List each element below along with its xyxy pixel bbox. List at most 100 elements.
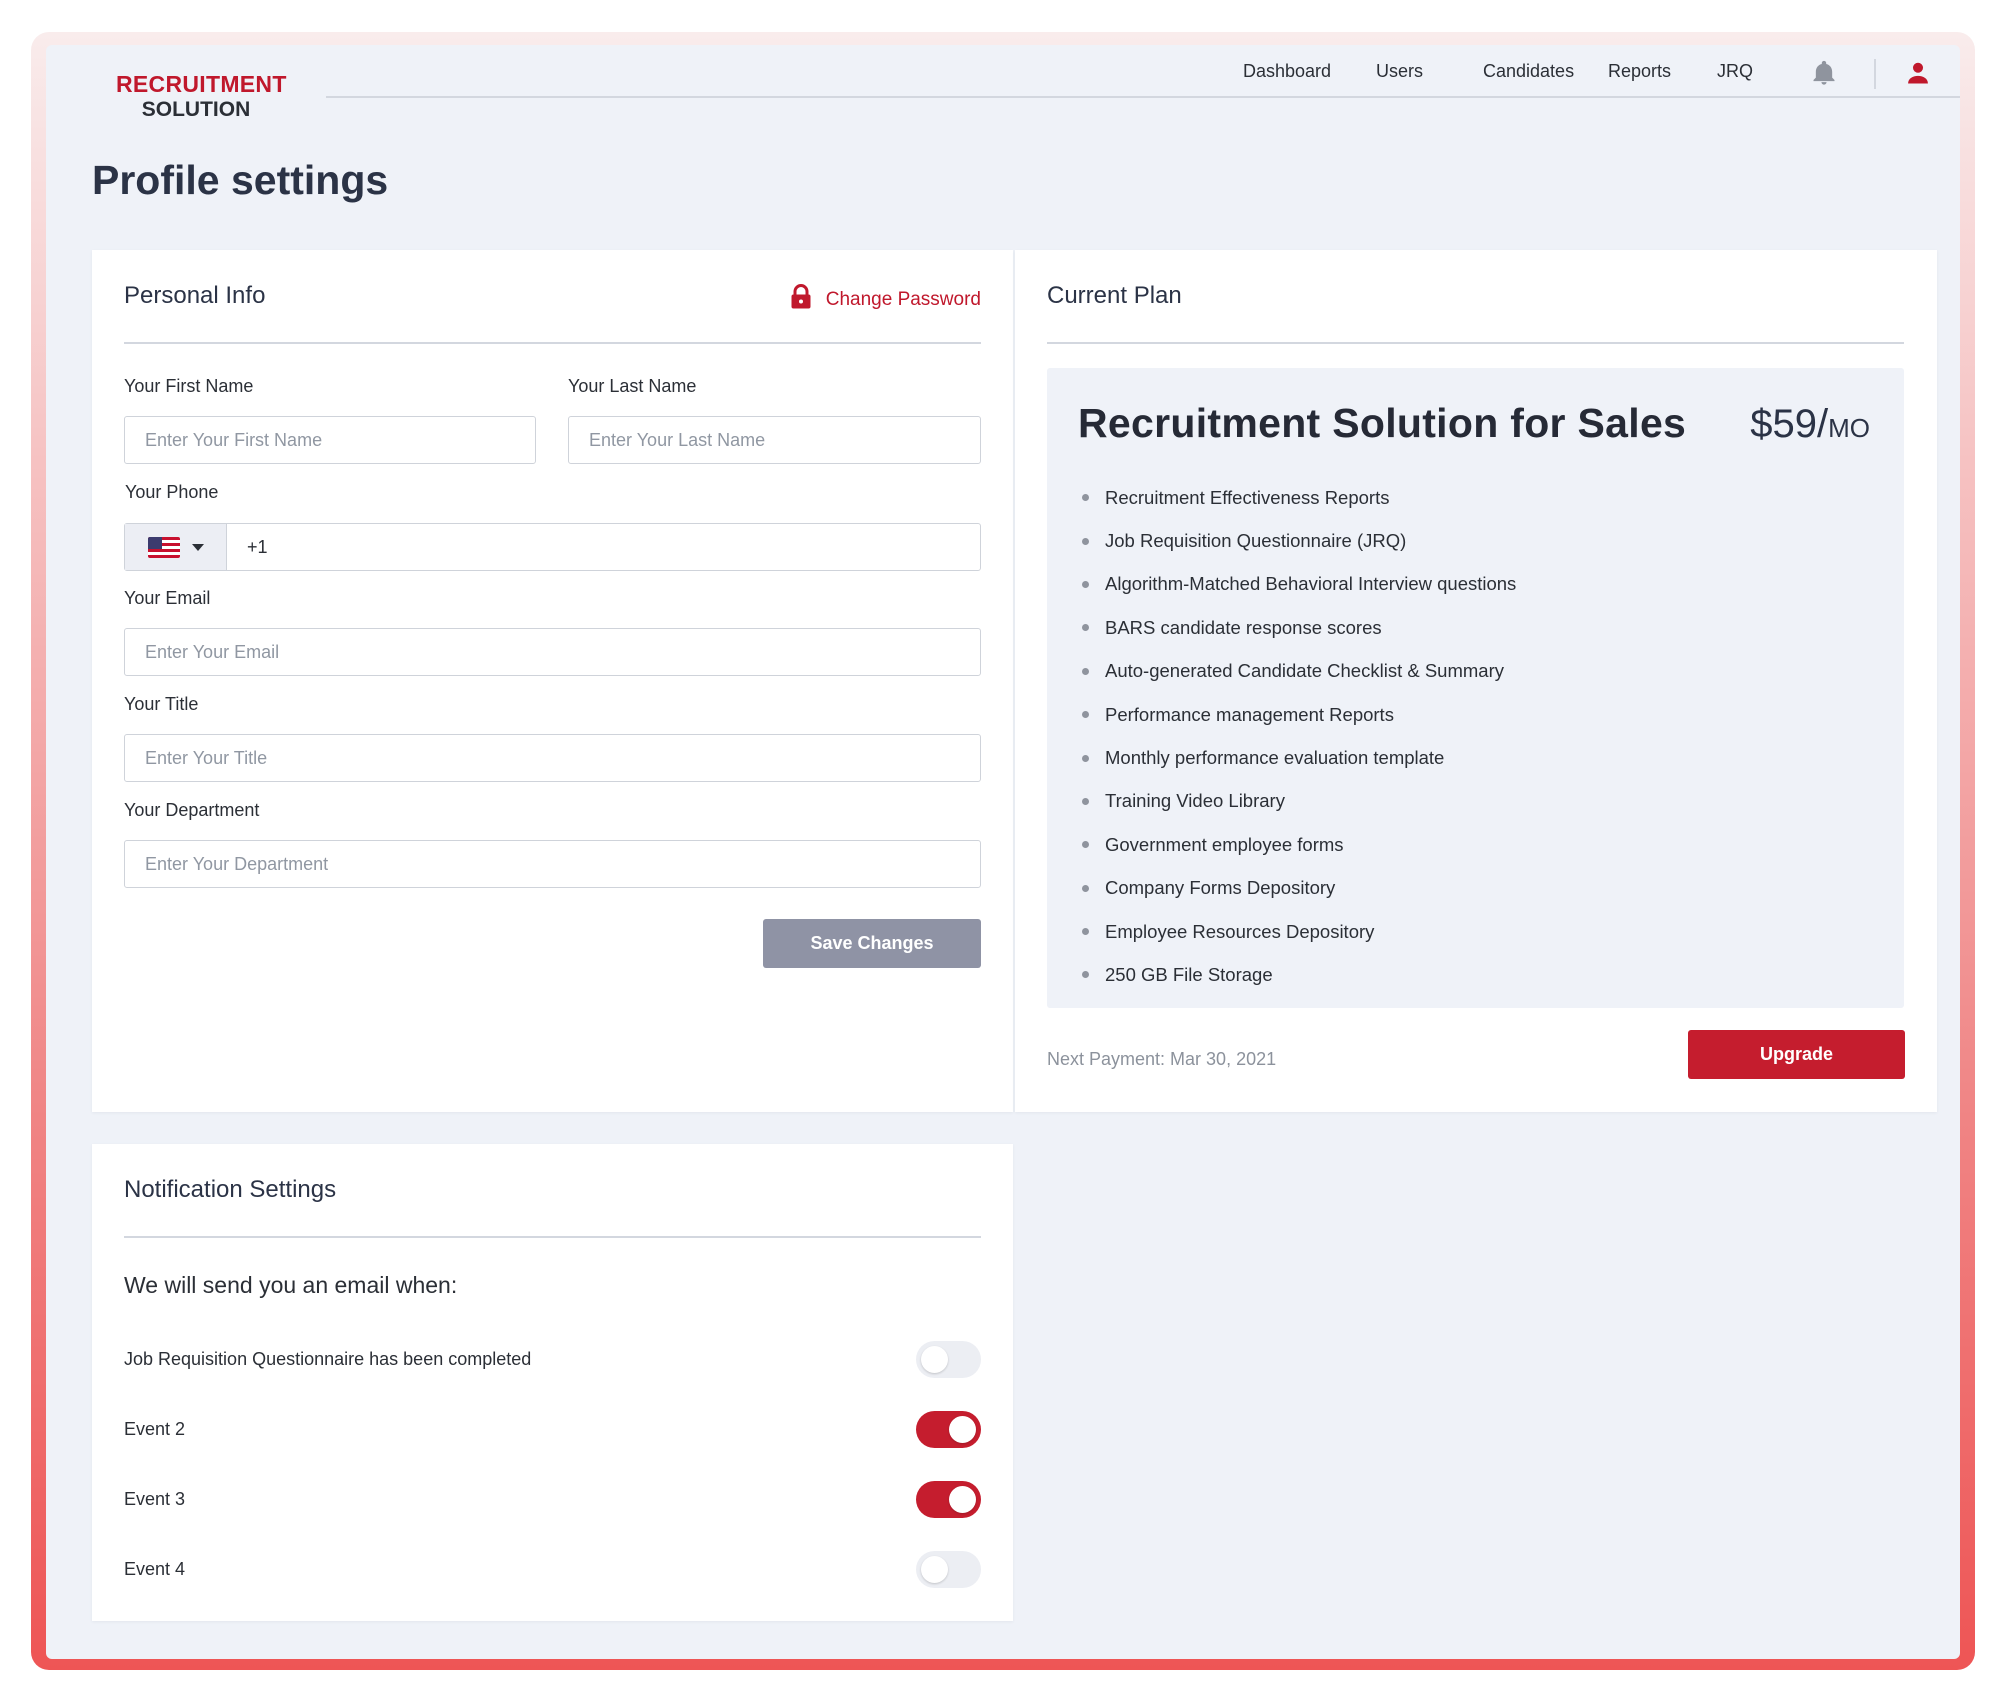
plan-feature-label: Employee Resources Depository xyxy=(1105,920,1375,942)
country-code-dropdown[interactable] xyxy=(125,524,227,570)
notification-label: Event 3 xyxy=(124,1488,186,1509)
notification-label: Event 4 xyxy=(124,1558,186,1579)
bullet-icon xyxy=(1082,537,1089,545)
brand-logo-line2: SOLUTION xyxy=(141,98,251,121)
plan-feature-item: Employee Resources Depository xyxy=(1082,910,1516,953)
plan-feature-label: Government employee forms xyxy=(1105,833,1344,855)
plan-feature-label: Performance management Reports xyxy=(1105,703,1394,725)
bullet-icon xyxy=(1082,624,1089,632)
title-input[interactable] xyxy=(124,734,981,782)
department-label: Your Department xyxy=(124,800,260,820)
notification-label: Job Requisition Questionnaire has been c… xyxy=(124,1348,532,1369)
last-name-input[interactable] xyxy=(568,416,981,464)
plan-price-unit: MO xyxy=(1828,413,1870,443)
current-plan-title: Current Plan xyxy=(1047,282,1182,309)
personal-info-divider xyxy=(124,342,981,344)
phone-country-code: +1 xyxy=(247,536,268,557)
nav-item-reports[interactable]: Reports xyxy=(1608,61,1671,82)
phone-field: +1 xyxy=(124,523,981,571)
plan-feature-item: Training Video Library xyxy=(1082,780,1516,823)
plan-name: Recruitment Solution for Sales xyxy=(1078,400,1687,446)
plan-feature-item: Recruitment Effectiveness Reports xyxy=(1082,476,1516,519)
plan-price: $59/MO xyxy=(1750,402,1870,447)
plan-feature-label: 250 GB File Storage xyxy=(1105,963,1273,985)
last-name-label: Your Last Name xyxy=(568,376,697,396)
bullet-icon xyxy=(1082,494,1089,502)
plan-feature-item: Algorithm-Matched Behavioral Interview q… xyxy=(1082,563,1516,606)
plan-feature-item: 250 GB File Storage xyxy=(1082,953,1516,996)
header-divider xyxy=(326,96,1960,98)
nav-item-jrq[interactable]: JRQ xyxy=(1717,61,1753,82)
chevron-down-icon xyxy=(191,543,204,551)
phone-input[interactable]: +1 xyxy=(227,524,980,570)
first-name-input[interactable] xyxy=(124,416,536,464)
notification-row: Event 4 xyxy=(124,1549,981,1589)
toggle-knob xyxy=(949,1485,976,1513)
plan-feature-item: Performance management Reports xyxy=(1082,693,1516,736)
current-plan-card: Current Plan Recruitment Solution for Sa… xyxy=(1015,250,1937,1112)
toggle-knob xyxy=(949,1415,976,1443)
next-payment-date: Next Payment: Mar 30, 2021 xyxy=(1047,1049,1277,1069)
nav-item-candidates[interactable]: Candidates xyxy=(1483,61,1574,82)
plan-feature-label: Auto-generated Candidate Checklist & Sum… xyxy=(1105,660,1504,682)
plan-feature-item: Government employee forms xyxy=(1082,823,1516,866)
notification-row: Event 2 xyxy=(124,1409,981,1449)
notification-row: Event 3 xyxy=(124,1479,981,1519)
us-flag-icon xyxy=(147,536,180,558)
plan-feature-label: Recruitment Effectiveness Reports xyxy=(1105,486,1390,508)
toggle-knob xyxy=(921,1555,948,1583)
email-label: Your Email xyxy=(124,588,211,608)
nav-item-dashboard[interactable]: Dashboard xyxy=(1243,61,1331,82)
notification-settings-title: Notification Settings xyxy=(124,1176,337,1203)
first-name-label: Your First Name xyxy=(124,376,254,396)
plan-feature-item: BARS candidate response scores xyxy=(1082,606,1516,649)
notification-settings-divider xyxy=(124,1236,981,1238)
save-changes-button[interactable]: Save Changes xyxy=(763,919,981,968)
notification-toggle-jrq-completed[interactable] xyxy=(916,1340,981,1378)
bullet-icon xyxy=(1082,928,1089,936)
phone-label: Your Phone xyxy=(125,482,219,502)
title-label: Your Title xyxy=(124,694,199,714)
nav-item-users[interactable]: Users xyxy=(1376,61,1423,82)
plan-feature-label: Training Video Library xyxy=(1105,790,1285,812)
plan-feature-item: Monthly performance evaluation template xyxy=(1082,736,1516,779)
notification-label: Event 2 xyxy=(124,1418,186,1439)
department-input[interactable] xyxy=(124,840,981,888)
notification-toggle-event-2[interactable] xyxy=(916,1410,981,1448)
change-password-label: Change Password xyxy=(825,289,981,310)
plan-feature-item: Job Requisition Questionnaire (JRQ) xyxy=(1082,519,1516,562)
email-input[interactable] xyxy=(124,628,981,676)
app-window: RECRUITMENT SOLUTION Dashboard Users Can… xyxy=(46,45,1960,1659)
plan-details-box: Recruitment Solution for Sales $59/MO Re… xyxy=(1047,368,1904,1008)
plan-feature-item: Auto-generated Candidate Checklist & Sum… xyxy=(1082,650,1516,693)
bullet-icon xyxy=(1082,884,1089,892)
page-title: Profile settings xyxy=(92,157,389,203)
plan-features-list: Recruitment Effectiveness Reports Job Re… xyxy=(1082,476,1516,997)
plan-feature-label: Monthly performance evaluation template xyxy=(1105,747,1445,769)
user-icon[interactable] xyxy=(1904,59,1932,87)
bell-icon[interactable] xyxy=(1810,59,1838,87)
bullet-icon xyxy=(1082,754,1089,762)
notification-toggle-event-4[interactable] xyxy=(916,1550,981,1588)
plan-feature-label: Company Forms Depository xyxy=(1105,877,1336,899)
nav-divider xyxy=(1874,59,1876,89)
top-nav: Dashboard Users Candidates Reports JRQ xyxy=(46,53,1960,93)
upgrade-button[interactable]: Upgrade xyxy=(1688,1030,1905,1079)
current-plan-divider xyxy=(1047,342,1904,344)
notification-toggle-event-3[interactable] xyxy=(916,1480,981,1518)
plan-feature-item: Company Forms Depository xyxy=(1082,867,1516,910)
change-password-link[interactable]: Change Password xyxy=(790,284,981,316)
plan-feature-label: Algorithm-Matched Behavioral Interview q… xyxy=(1105,573,1517,595)
bullet-icon xyxy=(1082,971,1089,979)
notification-subtitle: We will send you an email when: xyxy=(124,1272,458,1298)
personal-info-card: Personal Info Change Password Your First… xyxy=(92,250,1013,1112)
lock-icon xyxy=(790,284,812,316)
bullet-icon xyxy=(1082,711,1089,719)
bullet-icon xyxy=(1082,841,1089,849)
personal-info-title: Personal Info xyxy=(124,282,266,309)
bullet-icon xyxy=(1082,580,1089,588)
plan-feature-label: BARS candidate response scores xyxy=(1105,616,1382,638)
plan-price-amount: $59/ xyxy=(1750,402,1829,446)
notification-settings-card: Notification Settings We will send you a… xyxy=(92,1144,1013,1621)
notification-row: Job Requisition Questionnaire has been c… xyxy=(124,1339,981,1379)
